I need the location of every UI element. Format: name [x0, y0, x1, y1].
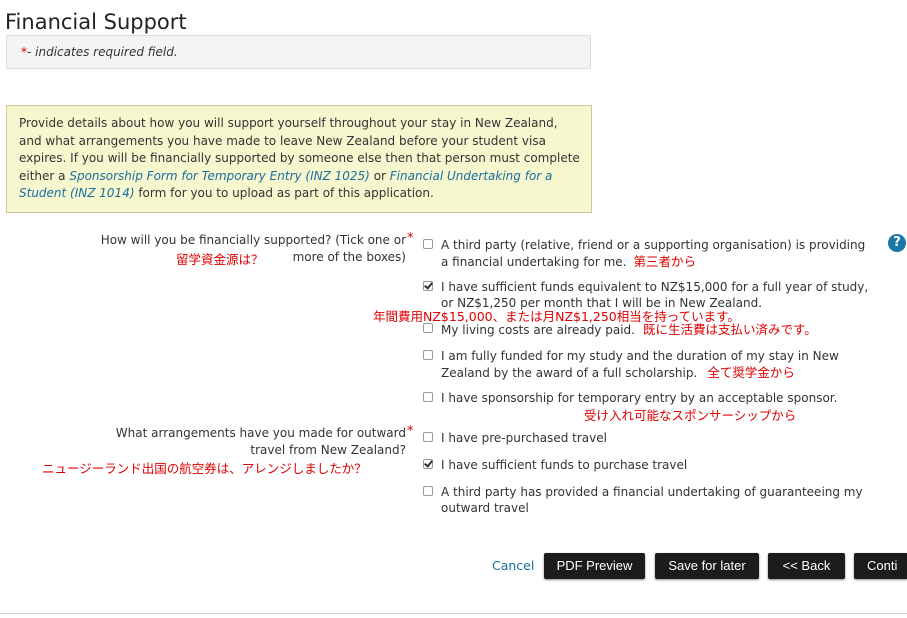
option-text: My living costs are already paid. — [441, 323, 635, 337]
q2-label-line1: What arrangements have you made for outw… — [115, 426, 406, 440]
sponsorship-form-link[interactable]: Sponsorship Form for Temporary Entry (IN… — [69, 169, 370, 183]
footer-divider — [0, 613, 907, 614]
option-annotation: 既に生活費は支払い済みです。 — [642, 322, 817, 337]
option-third-party: A third party (relative, friend or a sup… — [441, 238, 881, 270]
info-panel: Provide details about how you will suppo… — [6, 105, 592, 213]
option-text: I have sufficient funds equivalent to NZ… — [441, 280, 869, 294]
info-text-or: or — [369, 168, 390, 183]
checkbox-third-party-travel[interactable] — [423, 486, 433, 496]
required-field-note: *- indicates required field. — [6, 35, 591, 69]
q1-label-line1: How will you be financially supported? (… — [60, 232, 406, 249]
option-text: A third party (relative, friend or a sup… — [441, 238, 866, 252]
option-text: A third party has provided a financial u… — [441, 485, 863, 499]
checkbox-funds-to-purchase[interactable] — [423, 459, 433, 469]
pdf-preview-button[interactable]: PDF Preview — [544, 553, 645, 579]
help-icon[interactable]: ? — [888, 234, 906, 252]
option-text: I am fully funded for my study and the d… — [441, 349, 839, 363]
option-text: outward travel — [441, 500, 529, 515]
option-annotation: 第三者から — [633, 253, 696, 269]
q2-label-line2: travel from New Zealand? — [250, 443, 406, 457]
q1-label-text: How will you be financially supported? (… — [100, 233, 406, 247]
checkbox-pre-purchased[interactable] — [423, 432, 433, 442]
option-text: Zealand by the award of a full scholarsh… — [441, 365, 698, 380]
back-button[interactable]: << Back — [768, 553, 845, 579]
checkbox-sponsorship[interactable] — [423, 392, 433, 402]
option-text: a financial undertaking for me. — [441, 254, 627, 269]
option-funds-to-purchase: I have sufficient funds to purchase trav… — [441, 458, 688, 472]
q1-required-star: * — [407, 231, 414, 246]
checkbox-third-party[interactable] — [423, 239, 433, 249]
option-living-costs-paid: My living costs are already paid. 既に生活費は支… — [441, 322, 817, 339]
checkbox-sufficient-funds[interactable] — [423, 281, 433, 291]
option-annotation: 受け入れ可能なスポンサーシップから — [584, 408, 797, 423]
q1-annotation: 留学資金源は？ — [176, 252, 264, 267]
save-for-later-button[interactable]: Save for later — [655, 553, 759, 579]
option-third-party-travel: A third party has provided a financial u… — [441, 485, 881, 516]
continue-button[interactable]: Conti — [854, 553, 907, 579]
q2-annotation: ニュージーランド出国の航空券は、アレンジしましたか？ — [42, 461, 367, 476]
checkbox-full-scholarship[interactable] — [423, 350, 433, 360]
required-note-text: - indicates required field. — [27, 45, 178, 59]
page-title: Financial Support — [5, 10, 187, 34]
option-annotation: 全て奨学金から — [707, 364, 795, 380]
option-pre-purchased: I have pre-purchased travel — [441, 431, 607, 445]
cancel-link[interactable]: Cancel — [492, 558, 534, 573]
info-text-end: form for you to upload as part of this a… — [134, 186, 434, 201]
checkbox-living-costs-paid[interactable] — [423, 323, 433, 333]
q2-required-star: * — [407, 424, 414, 439]
option-full-scholarship: I am fully funded for my study and the d… — [441, 349, 881, 381]
